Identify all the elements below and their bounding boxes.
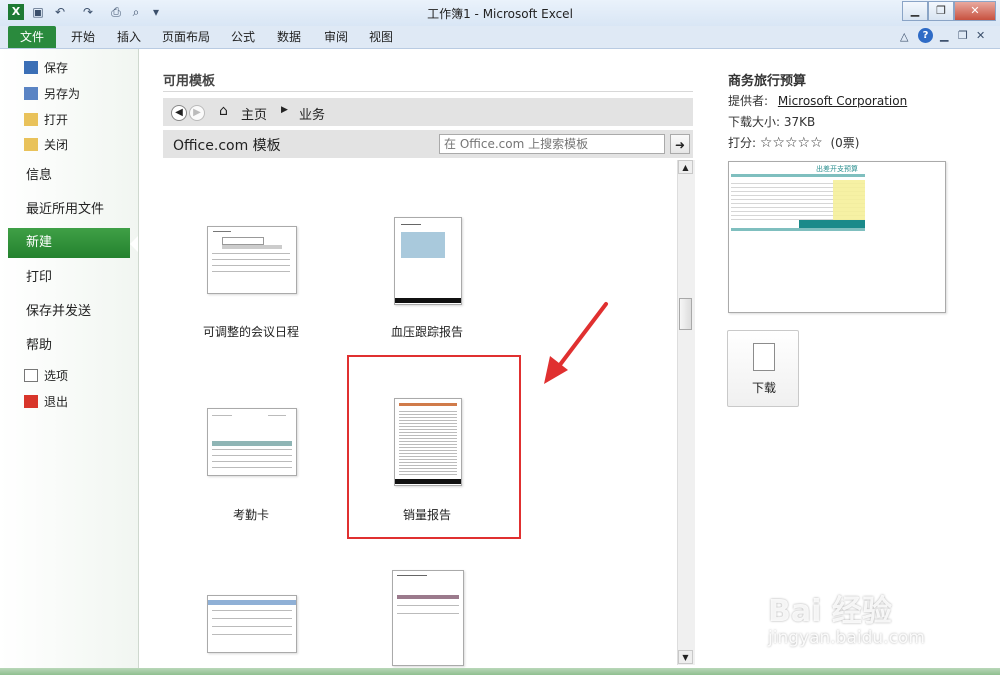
nav-exit[interactable]: 退出 xyxy=(24,392,68,412)
exit-icon xyxy=(24,395,38,408)
template-thumb-partial-left[interactable] xyxy=(207,595,297,653)
nav-save-as[interactable]: 另存为 xyxy=(24,84,80,104)
template-thumb-agenda[interactable] xyxy=(207,226,297,294)
templates-scrollbar[interactable] xyxy=(677,160,695,665)
nav-save[interactable]: 保存 xyxy=(24,58,68,78)
heading-divider xyxy=(163,91,693,92)
nav-open[interactable]: 打开 xyxy=(24,110,68,130)
search-go-button[interactable]: ➜ xyxy=(670,134,690,154)
close-button[interactable]: ✕ xyxy=(954,1,996,21)
title-bar: X ▣ ↶ ↷ ⎙ ⌕ ▾ 工作簿1 - Microsoft Excel ▁ ❐… xyxy=(0,0,1000,27)
nav-save-label: 保存 xyxy=(44,61,69,75)
nav-new[interactable]: 新建 xyxy=(8,228,130,258)
workbook-minimize-icon[interactable]: ▁ xyxy=(940,29,948,42)
help-icon[interactable]: ? xyxy=(918,28,933,43)
provider-link[interactable]: Microsoft Corporation xyxy=(778,94,907,108)
save-icon xyxy=(24,61,38,74)
open-folder-icon xyxy=(24,113,38,126)
window-title: 工作簿1 - Microsoft Excel xyxy=(427,7,573,21)
template-label-blood-pressure[interactable]: 血压跟踪报告 xyxy=(342,323,512,340)
annotation-arrow xyxy=(544,302,608,384)
minimize-ribbon-icon[interactable]: △ xyxy=(900,30,908,43)
workbook-restore-icon[interactable]: ❐ xyxy=(958,29,968,42)
template-label-timecard[interactable]: 考勤卡 xyxy=(166,506,336,523)
office-templates-label: Office.com 模板 xyxy=(173,138,281,154)
highlight-box xyxy=(347,355,521,539)
download-label: 下载 xyxy=(751,381,776,395)
rating-row: 打分: ☆☆☆☆☆ (0票) xyxy=(728,134,859,151)
forward-arrow-icon[interactable]: ▶ xyxy=(189,105,205,121)
tab-home[interactable]: 开始 xyxy=(64,26,102,48)
nav-selected-pointer xyxy=(130,236,138,252)
template-thumb-timecard[interactable] xyxy=(207,408,297,476)
scroll-down-button[interactable]: ▼ xyxy=(678,650,693,664)
close-folder-icon xyxy=(24,138,38,151)
nav-close[interactable]: 关闭 xyxy=(24,135,68,155)
provider-row: 提供者: Microsoft Corporation xyxy=(728,92,907,109)
provider-label: 提供者: xyxy=(728,94,769,108)
watermark-logo: Bai 经验 xyxy=(768,594,892,629)
home-icon[interactable]: ⌂ xyxy=(219,103,228,119)
minimize-button[interactable]: ▁ xyxy=(902,1,928,21)
watermark-url: jingyan.baidu.com xyxy=(768,628,925,648)
template-label-agenda[interactable]: 可调整的会议日程 xyxy=(166,323,336,340)
ribbon-tabs: 文件 开始 插入 页面布局 公式 数据 审阅 视图 △ ? ▁ ❐ ✕ xyxy=(0,26,1000,49)
tab-insert[interactable]: 插入 xyxy=(110,26,148,48)
nav-options-label: 选项 xyxy=(44,369,69,383)
nav-close-label: 关闭 xyxy=(44,138,69,152)
rating-stars[interactable]: ☆☆☆☆☆ xyxy=(760,135,823,151)
download-button[interactable]: 下载 xyxy=(727,330,799,407)
breadcrumb-current: 业务 xyxy=(299,108,326,123)
scroll-up-button[interactable]: ▲ xyxy=(678,160,693,174)
backstage-nav xyxy=(0,49,139,675)
tab-view[interactable]: 视图 xyxy=(362,26,400,48)
tab-formulas[interactable]: 公式 xyxy=(224,26,262,48)
status-strip xyxy=(0,668,1000,675)
breadcrumb-separator-icon: ▶ xyxy=(281,105,288,115)
template-thumb-partial-right[interactable] xyxy=(392,570,464,666)
back-arrow-icon[interactable]: ◀ xyxy=(171,105,187,121)
nav-help[interactable]: 帮助 xyxy=(26,334,52,358)
restore-button[interactable]: ❐ xyxy=(928,1,954,21)
available-templates-heading: 可用模板 xyxy=(163,74,216,89)
nav-options[interactable]: 选项 xyxy=(24,366,68,386)
nav-open-label: 打开 xyxy=(44,113,69,127)
rating-votes: (0票) xyxy=(830,136,860,150)
nav-recent[interactable]: 最近所用文件 xyxy=(26,198,104,222)
template-thumb-blood-pressure[interactable] xyxy=(394,217,462,305)
nav-exit-label: 退出 xyxy=(44,395,69,409)
nav-print[interactable]: 打印 xyxy=(26,266,52,290)
nav-info[interactable]: 信息 xyxy=(26,164,52,188)
tab-file[interactable]: 文件 xyxy=(8,26,56,48)
tab-review[interactable]: 审阅 xyxy=(317,26,355,48)
save-as-icon xyxy=(24,87,38,100)
preview-heading: 出差开支预算 xyxy=(816,165,858,173)
template-detail-title: 商务旅行预算 xyxy=(728,74,807,89)
options-icon xyxy=(24,369,38,382)
template-search-input[interactable] xyxy=(439,134,665,154)
tab-page-layout[interactable]: 页面布局 xyxy=(158,26,214,48)
download-size: 下载大小: 37KB xyxy=(728,115,816,129)
breadcrumb-home[interactable]: 主页 xyxy=(241,104,267,123)
workbook-close-icon[interactable]: ✕ xyxy=(976,29,985,42)
nav-save-as-label: 另存为 xyxy=(44,87,81,101)
rating-label: 打分: xyxy=(728,136,757,150)
breadcrumb: ◀ ▶ ⌂ 主页 ▶ 业务 xyxy=(163,98,693,126)
nav-save-send[interactable]: 保存并发送 xyxy=(26,300,91,324)
tab-data[interactable]: 数据 xyxy=(270,26,308,48)
scroll-thumb[interactable] xyxy=(679,298,692,330)
template-preview: 出差开支预算 xyxy=(728,161,946,313)
document-icon xyxy=(753,343,775,371)
